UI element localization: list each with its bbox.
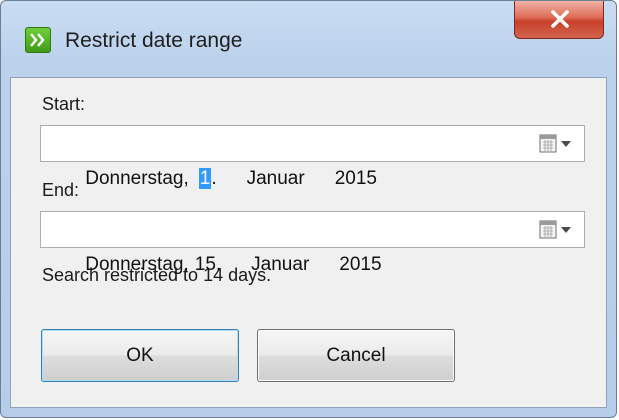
cancel-button[interactable]: Cancel [257,329,455,382]
start-year[interactable]: 2015 [335,161,377,196]
ok-button[interactable]: OK [41,329,239,382]
end-date-text[interactable]: Donnerstag, 15. Januar 2015 [41,212,381,275]
window-title: Restrict date range [65,29,243,52]
calendar-dropdown-icon [536,134,578,160]
title-bar[interactable]: Restrict date range [1,1,616,77]
start-date-text[interactable]: Donnerstag, 1. Januar 2015 [41,126,377,189]
calendar-dropdown-icon [536,220,578,246]
end-label: End: [42,180,80,200]
start-day-dot: . [211,168,217,189]
start-month[interactable]: Januar [247,161,305,196]
start-label: Start: [42,94,86,114]
end-calendar-button[interactable] [536,218,578,242]
start-date-picker[interactable]: Donnerstag, 1. Januar 2015 [40,125,585,189]
restriction-status: Search restricted to 14 days. [42,265,272,285]
start-weekday[interactable]: Donnerstag, [85,161,189,196]
double-chevron-right-icon [25,27,51,53]
start-calendar-button[interactable] [536,132,578,156]
dialog-body: Start: Donnerstag, 1. Januar 2015 End: D… [10,77,607,408]
dialog-window: Restrict date range Start: Donnerstag, 1.… [0,0,617,418]
start-day[interactable]: 1 [198,168,212,189]
end-date-picker[interactable]: Donnerstag, 15. Januar 2015 [40,211,585,275]
close-button[interactable] [514,1,604,39]
end-year[interactable]: 2015 [339,247,381,282]
